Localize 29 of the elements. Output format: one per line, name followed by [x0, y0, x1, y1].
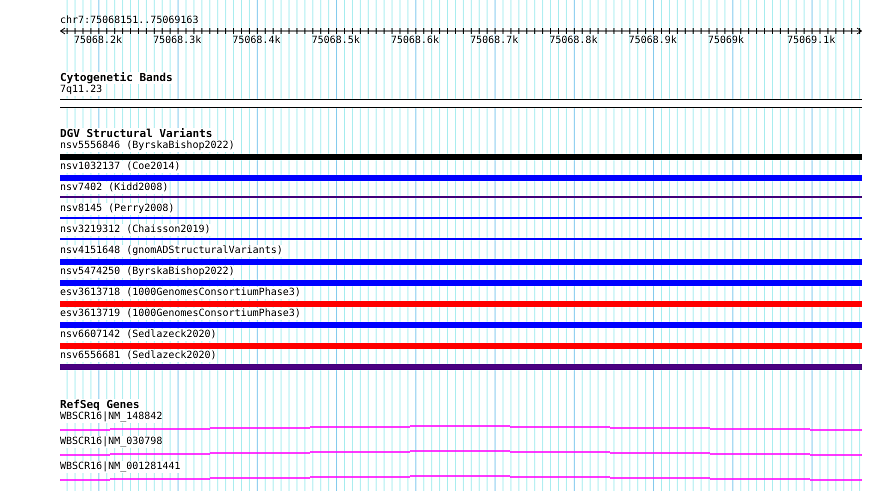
feature-label: nsv7402 (Kidd2008) — [60, 182, 168, 194]
tick-label: 75068.8k — [549, 35, 598, 47]
tick-label: 75068.7k — [470, 35, 518, 47]
tick-label: 75068.2k — [74, 35, 122, 47]
feature-label: nsv6556681 (Sedlazeck2020) — [60, 350, 217, 362]
tick-label: 75068.3k — [153, 35, 202, 47]
track-title: DGV Structural Variants — [60, 128, 212, 140]
tick-label: 75068.4k — [232, 35, 280, 47]
feature-label: WBSCR16|NM_030798 — [60, 436, 162, 448]
feature-label: nsv3219312 (Chaisson2019) — [60, 224, 211, 236]
feature-label: nsv4151648 (gnomADStructuralVariants) — [60, 245, 283, 257]
track-title: RefSeq Genes — [60, 399, 140, 411]
tick-label: 75068.6k — [390, 35, 439, 47]
location-label: chr7:75068151..75069163 — [60, 15, 200, 27]
feature-label: nsv5556846 (ByrskaBishop2022) — [60, 140, 235, 152]
feature-label: nsv5474250 (ByrskaBishop2022) — [60, 266, 235, 278]
track-title: Cytogenetic Bands — [60, 72, 173, 84]
feature-label: nsv6607142 (Sedlazeck2020) — [60, 329, 217, 341]
tick-label: 75068.5k — [312, 35, 360, 47]
feature-label: esv3613718 (1000GenomesConsortiumPhase3) — [60, 287, 301, 299]
feature-label: nsv1032137 (Coe2014) — [60, 161, 180, 173]
tick-label: 75069k — [708, 35, 744, 47]
tick-label: 75069.1k — [787, 35, 836, 47]
feature-label: nsv8145 (Perry2008) — [60, 203, 174, 215]
feature-label: 7q11.23 — [60, 84, 102, 96]
tick-label: 75068.9k — [628, 35, 677, 47]
feature-label: WBSCR16|NM_148842 — [60, 411, 162, 423]
feature-label: esv3613719 (1000GenomesConsortiumPhase3) — [60, 308, 301, 320]
feature-label: WBSCR16|NM_001281441 — [60, 461, 180, 473]
